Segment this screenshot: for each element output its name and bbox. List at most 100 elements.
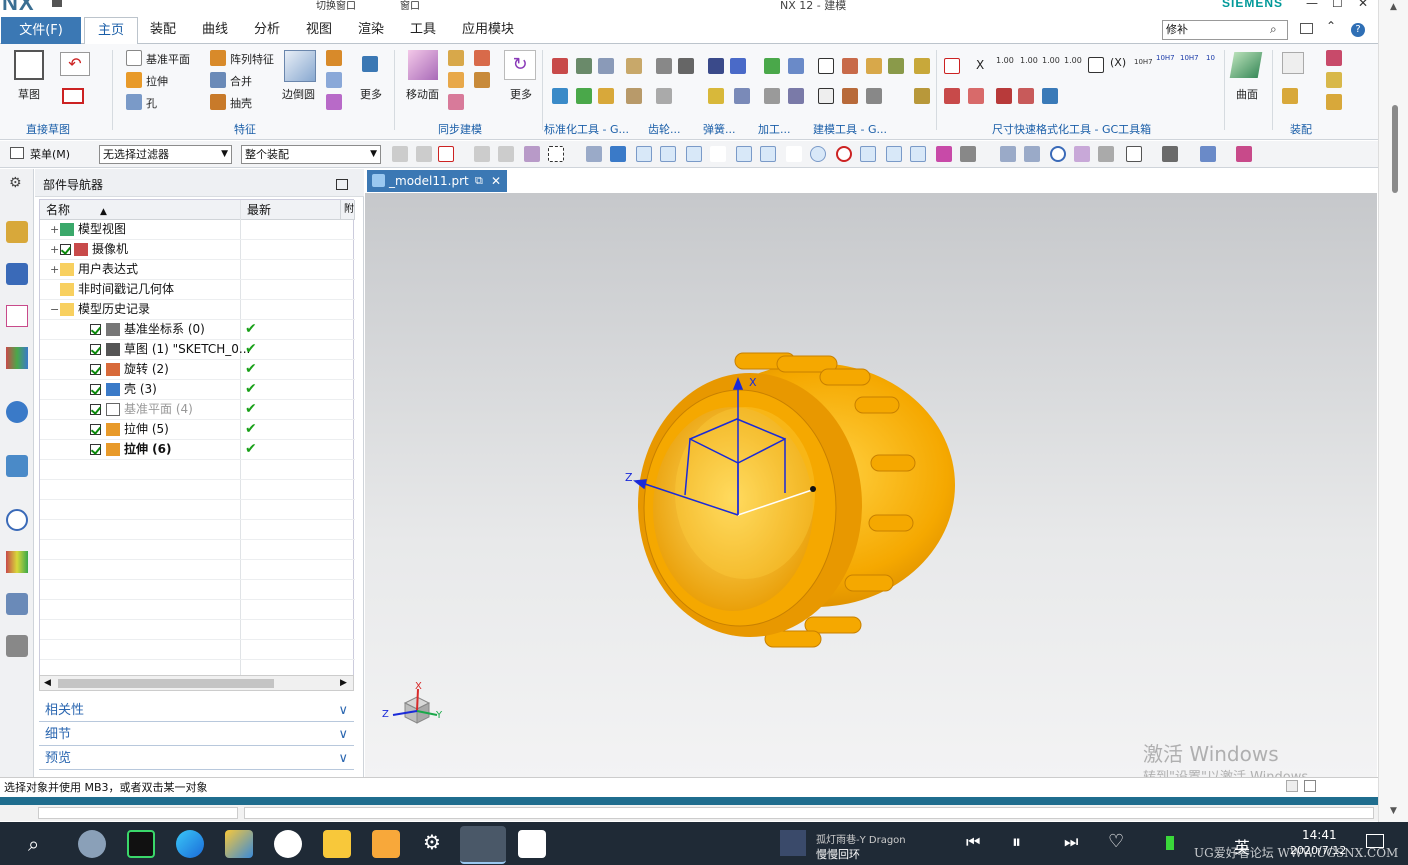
maximize-icon[interactable]: ☐ [1332, 0, 1343, 10]
trim-body-icon[interactable] [326, 94, 342, 110]
navigator-row[interactable]: + 模型视图 [40, 220, 355, 240]
search-icon[interactable]: ⌕ [1270, 22, 1277, 37]
extra-tool-1-icon[interactable] [914, 58, 930, 74]
gear-tool-3-icon[interactable] [656, 88, 672, 104]
minimize-icon[interactable]: — [1306, 0, 1318, 10]
group-assembly[interactable]: 装配 [1290, 121, 1312, 137]
pattern-feature-icon[interactable] [210, 50, 226, 66]
tab-file[interactable]: 文件(F) [1, 17, 81, 44]
tab-home[interactable]: 主页 [84, 17, 138, 45]
menu-icon[interactable] [10, 147, 24, 159]
snap-tool-4-icon[interactable] [710, 146, 726, 162]
navigator-row[interactable]: 非时间戳记几何体 [40, 280, 355, 300]
part-navigator-icon[interactable] [6, 305, 28, 327]
std-tool-3-icon[interactable] [598, 58, 614, 74]
select-tool-8-icon[interactable] [610, 146, 626, 162]
pattern-feature-button[interactable]: 阵列特征 [230, 51, 274, 67]
snap-tool-6-icon[interactable] [760, 146, 776, 162]
tab-assembly[interactable]: 装配 [146, 20, 180, 44]
select-tool-4-icon[interactable] [474, 146, 490, 162]
roles-icon[interactable] [6, 635, 28, 657]
graphics-window[interactable]: X Z X Y Z [365, 193, 1377, 777]
select-tool-7-icon[interactable] [586, 146, 602, 162]
column-name-header[interactable]: 名称 ▲ [40, 200, 241, 220]
hole-button[interactable]: 孔 [146, 95, 157, 111]
modeling-tool-3-icon[interactable] [866, 58, 882, 74]
scroll-up-icon[interactable]: ▲ [1390, 2, 1397, 12]
navigator-row[interactable]: 壳 (3) ✔ [40, 380, 355, 400]
chamfer-icon[interactable] [326, 50, 342, 66]
datum-plane-button[interactable]: 基准平面 [146, 51, 190, 67]
column-latest-header[interactable]: 最新 [241, 200, 341, 220]
select-tool-2-icon[interactable] [416, 146, 432, 162]
select-tool-1-icon[interactable] [392, 146, 408, 162]
cortana-icon[interactable] [78, 830, 106, 858]
snap-tool-11-icon[interactable] [936, 146, 952, 162]
menu-button[interactable]: 菜单(M) [30, 146, 70, 162]
group-feature[interactable]: 特征 [234, 121, 256, 137]
expand-toggle-icon[interactable]: − [50, 300, 59, 319]
rectangle-icon[interactable] [62, 88, 84, 104]
std-tool-1-icon[interactable] [552, 58, 568, 74]
snap-tool-1-icon[interactable] [636, 146, 652, 162]
edge-browser-icon[interactable] [176, 830, 204, 858]
spring-tool-2-icon[interactable] [730, 58, 746, 74]
dim-format-1-button[interactable]: 1.00 [996, 56, 1014, 65]
group-standard-tools[interactable]: 标准化工具 - G... [544, 121, 629, 137]
navigator-row[interactable]: 基准平面 (4) ✔ [40, 400, 355, 420]
datum-plane-icon[interactable] [126, 50, 142, 66]
dim-tool-x-icon[interactable]: X [976, 58, 984, 72]
modeling-tool-6-icon[interactable] [842, 88, 858, 104]
dim-tool-9-icon[interactable] [1042, 88, 1058, 104]
surface-button[interactable]: 曲面 [1236, 86, 1258, 102]
modeling-tool-2-icon[interactable] [842, 58, 858, 74]
pull-face-icon[interactable] [448, 50, 464, 66]
draft-icon[interactable] [326, 72, 342, 88]
rotate-icon[interactable] [1050, 146, 1066, 162]
group-modeling-tools[interactable]: 建模工具 - G... [813, 121, 887, 137]
pause-icon[interactable]: ⏸ [1012, 832, 1021, 853]
modeling-tool-1-icon[interactable] [818, 58, 834, 74]
preview-panel[interactable]: 预览 ∨ [39, 748, 354, 770]
dim-fit-3-button[interactable]: 10H7 [1180, 54, 1199, 62]
dim-tool-7-icon[interactable] [996, 88, 1012, 104]
snap-tool-7-icon[interactable] [786, 146, 802, 162]
visibility-checkbox[interactable] [90, 404, 101, 415]
unite-button[interactable]: 合并 [230, 73, 252, 89]
snap-tool-10-icon[interactable] [910, 146, 926, 162]
offset-region-icon[interactable] [474, 50, 490, 66]
std-tool-5-icon[interactable] [552, 88, 568, 104]
hole-icon[interactable] [126, 94, 142, 110]
status-icon-2[interactable] [1304, 780, 1316, 792]
expand-toggle-icon[interactable]: + [50, 240, 59, 259]
resize-blend-icon[interactable] [448, 94, 464, 110]
visibility-checkbox[interactable] [90, 364, 101, 375]
navigator-row[interactable]: 草图 (1) "SKETCH_0... ✔ [40, 340, 355, 360]
group-gear[interactable]: 齿轮... [648, 121, 681, 137]
undock-icon[interactable]: ⧉ [475, 170, 483, 192]
sync-more-icon[interactable]: ↻ [504, 50, 536, 80]
dim-fit-4-button[interactable]: 10 [1206, 54, 1215, 62]
select-tool-3-icon[interactable] [438, 146, 454, 162]
web-browser-icon[interactable] [6, 455, 28, 477]
edge-blend-icon[interactable] [284, 50, 316, 82]
reuse-library-icon[interactable] [6, 347, 28, 369]
visibility-checkbox[interactable] [90, 444, 101, 455]
settings-icon[interactable]: ⚙ [9, 175, 22, 191]
visibility-checkbox[interactable] [90, 424, 101, 435]
shell-button[interactable]: 抽壳 [230, 95, 252, 111]
column-extra-header[interactable]: 附 [341, 200, 355, 220]
hd3d-tools-icon[interactable] [6, 401, 28, 423]
view-tool-5-icon[interactable] [1126, 146, 1142, 162]
clock-time[interactable]: 14:41 [1302, 828, 1337, 842]
scroll-thumb[interactable] [1392, 105, 1398, 193]
favorite-heart-icon[interactable]: ♡ [1108, 831, 1124, 852]
machining-tool-3-icon[interactable] [764, 88, 780, 104]
modeling-tool-5-icon[interactable] [818, 88, 834, 104]
model-view[interactable]: X Z X Y Z [365, 193, 1377, 777]
spring-tool-1-icon[interactable] [708, 58, 724, 74]
more-features-icon[interactable] [362, 56, 378, 72]
move-face-button[interactable]: 移动面 [406, 86, 439, 102]
view-tool-7-icon[interactable] [1200, 146, 1216, 162]
more-features-button[interactable]: 更多 [360, 86, 382, 102]
